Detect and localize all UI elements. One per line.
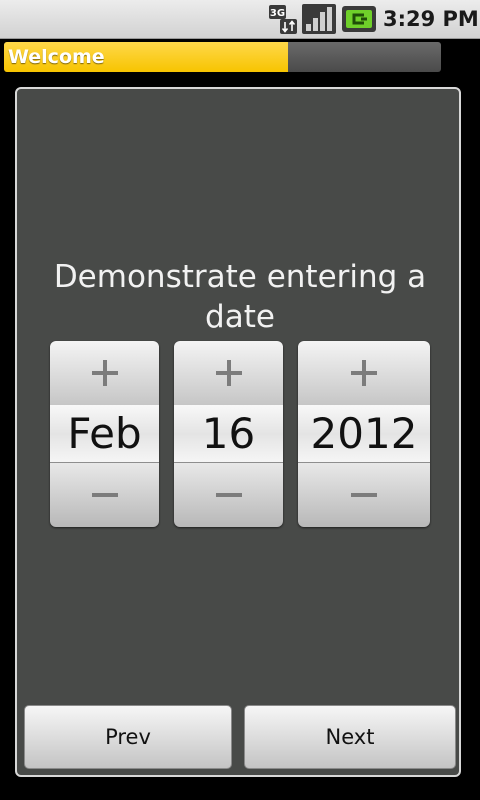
year-increment-button[interactable]	[298, 341, 430, 406]
page-title: Welcome	[8, 46, 105, 68]
plus-icon	[91, 360, 118, 386]
month-increment-button[interactable]	[50, 341, 159, 406]
status-bar: 3G 3:29 PM	[0, 0, 480, 39]
minus-icon	[215, 493, 242, 497]
day-decrement-button[interactable]	[174, 462, 283, 527]
plus-icon	[215, 360, 242, 386]
network-3g-icon: 3G	[269, 5, 297, 34]
prompt-text: Demonstrate entering a date	[53, 259, 427, 335]
month-value[interactable]: Feb	[50, 405, 159, 463]
month-picker: Feb	[50, 341, 159, 527]
day-value[interactable]: 16	[174, 405, 283, 463]
signal-strength-icon	[302, 4, 336, 34]
plus-icon	[351, 360, 377, 386]
next-button[interactable]: Next	[244, 705, 456, 769]
minus-icon	[91, 493, 118, 497]
title-progress-bar: Welcome	[4, 42, 441, 72]
day-picker: 16	[174, 341, 283, 527]
month-decrement-button[interactable]	[50, 462, 159, 527]
battery-charging-icon	[342, 6, 376, 32]
minus-icon	[351, 493, 377, 497]
year-value[interactable]: 2012	[298, 405, 430, 463]
day-increment-button[interactable]	[174, 341, 283, 406]
prev-button[interactable]: Prev	[24, 705, 232, 769]
year-decrement-button[interactable]	[298, 462, 430, 527]
status-time: 3:29 PM	[383, 7, 479, 31]
network-3g-label: 3G	[270, 8, 285, 19]
year-picker: 2012	[298, 341, 430, 527]
app-screen: 3G 3:29 PM Welcome Demonstrate entering …	[0, 0, 480, 800]
